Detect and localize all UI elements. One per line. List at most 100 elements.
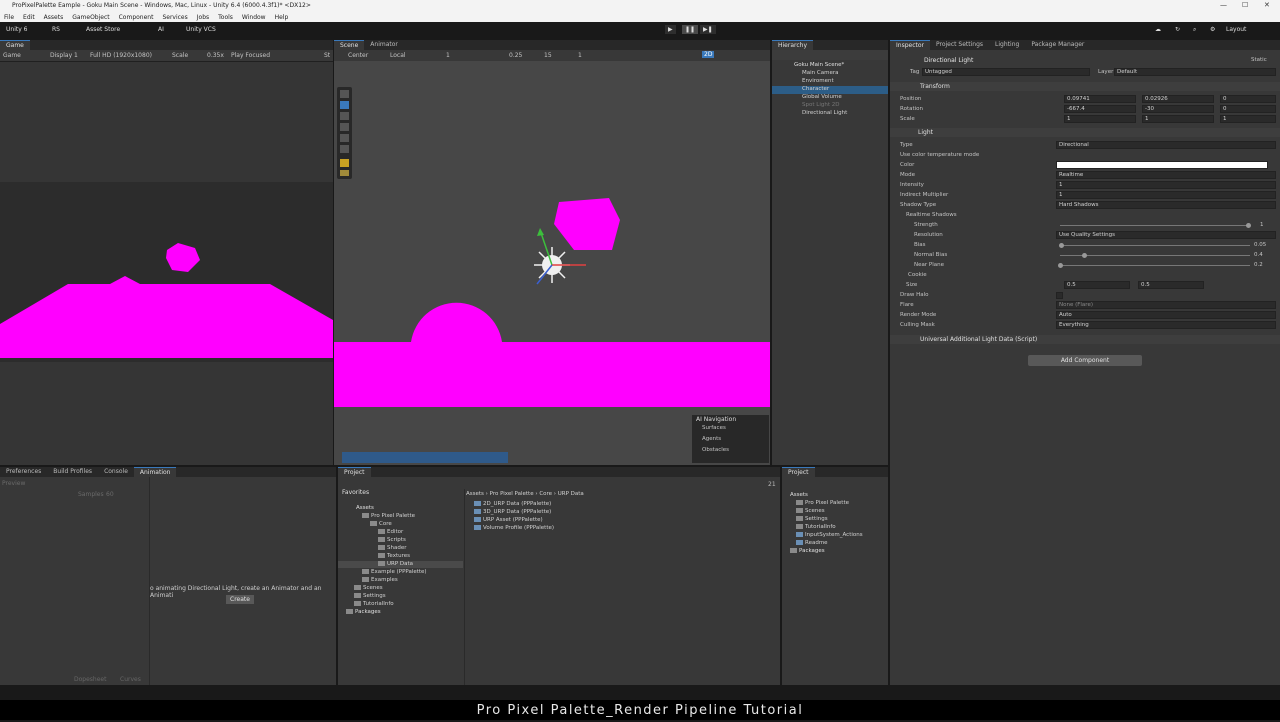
overlay-obstacles[interactable]: Obstacles [692,446,769,454]
project-tree-shader[interactable]: Shader [378,545,406,551]
normal-bias-handle[interactable] [1082,253,1087,258]
pause-button[interactable]: ❚❚ [682,25,699,34]
menu-component[interactable]: Component [119,14,154,21]
minimize-button[interactable]: — [1220,1,1227,9]
transform-header[interactable]: Transform [890,82,1280,91]
curves-tab[interactable]: Curves [120,676,141,683]
add-component-button[interactable]: Add Component [1028,355,1142,366]
rs-button[interactable]: RS [52,26,60,33]
rotation-z-field[interactable]: 0 [1220,105,1276,113]
preview-toggle[interactable]: Preview [2,480,25,487]
normal-bias-value[interactable]: 0.4 [1254,252,1263,258]
play-focused-dropdown[interactable]: Play Focused [231,52,270,59]
account-button[interactable]: Unity 6 [6,26,28,33]
position-x-field[interactable]: 0.09741 [1064,95,1136,103]
tab-hierarchy[interactable]: Hierarchy [772,40,814,50]
asset-store-button[interactable]: Asset Store [86,26,120,33]
project2-tree-tutorialinfo[interactable]: TutorialInfo [796,524,836,530]
menu-tools[interactable]: Tools [218,14,233,21]
overlay-agents[interactable]: Agents [692,435,769,443]
project-tree-editor[interactable]: Editor [378,529,403,535]
light-header[interactable]: Light [890,128,1280,137]
scale-z-field[interactable]: 1 [1220,115,1276,123]
static-toggle[interactable]: Static [1251,57,1267,63]
maximize-button[interactable]: ☐ [1242,1,1248,9]
hierarchy-item-enviroment[interactable]: Enviroment [802,78,834,84]
project-tree-textures[interactable]: Textures [378,553,410,559]
vcs-button[interactable]: Unity VCS [186,26,216,33]
near-plane-handle[interactable] [1058,263,1063,268]
asset-volume-profile[interactable]: Volume Profile (PPPalette) [474,525,554,531]
menu-window[interactable]: Window [242,14,266,21]
ai-button[interactable]: AI [158,26,164,33]
tab-build-profiles[interactable]: Build Profiles [47,467,98,477]
project-tree-pro-pixel-palette[interactable]: Pro Pixel Palette [362,513,415,519]
project-tree-settings[interactable]: Settings [354,593,386,599]
project2-tree-readme[interactable]: Readme [796,540,828,546]
angle-value[interactable]: 15 [544,52,552,59]
menu-gameobject[interactable]: GameObject [72,14,109,21]
scene-bottom-toolbar[interactable] [342,452,508,463]
culling-mask-dropdown[interactable]: Everything [1056,321,1276,329]
layout-dropdown[interactable]: Layout [1226,26,1246,33]
space-dropdown[interactable]: Local [390,52,406,59]
play-button[interactable]: ▶ [665,25,676,34]
indirect-multiplier-field[interactable]: 1 [1056,191,1276,199]
create-animator-button[interactable]: Create [226,595,254,604]
tab-animator[interactable]: Animator [364,40,404,50]
tab-project[interactable]: Project [338,467,371,477]
color-swatch[interactable] [1056,161,1268,169]
tab-animation[interactable]: Animation [133,467,177,477]
cloud-icon[interactable]: ☁ [1155,26,1161,33]
scale-x-field[interactable]: 1 [1064,115,1136,123]
strength-handle[interactable] [1246,223,1251,228]
strength-track[interactable] [1060,225,1250,226]
asset-2d-urp-data[interactable]: 2D_URP Data (PPPalette) [474,501,551,507]
normal-bias-track[interactable] [1060,255,1250,256]
bias-track[interactable] [1060,245,1250,246]
tab-project2[interactable]: Project [782,467,815,477]
stats-button[interactable]: St [324,52,330,59]
scale-y-field[interactable]: 1 [1142,115,1214,123]
overlay-surfaces[interactable]: Surfaces [692,424,769,432]
resolution-dropdown[interactable]: Full HD (1920x1080) [90,52,152,59]
strength-value[interactable]: 1 [1260,222,1264,228]
tab-package-manager[interactable]: Package Manager [1025,40,1090,50]
size-x-field[interactable]: 0.5 [1064,281,1130,289]
menu-help[interactable]: Help [275,14,289,21]
project-tree-examples[interactable]: Examples [362,577,398,583]
asset-urp-asset[interactable]: URP Asset (PPPalette) [474,517,543,523]
project2-tree-inputsystem-actions[interactable]: InputSystem_Actions [796,532,863,538]
project2-tree-pro-pixel-palette[interactable]: Pro Pixel Palette [796,500,849,506]
rotation-x-field[interactable]: -667.4 [1064,105,1136,113]
menu-file[interactable]: File [4,14,14,21]
project-tree-assets[interactable]: Assets [356,505,374,511]
scale-value[interactable]: 0.35x [207,52,224,59]
render-mode-dropdown[interactable]: Auto [1056,311,1276,319]
urp-light-data-header[interactable]: Universal Additional Light Data (Script) [890,335,1280,344]
hierarchy-item-character[interactable]: Character [802,86,829,92]
breadcrumb-urp-data[interactable]: URP Data [558,491,584,497]
project2-tree-packages[interactable]: Packages [790,548,825,554]
project-tree-packages[interactable]: Packages [346,609,381,615]
tab-project-settings[interactable]: Project Settings [930,40,989,50]
size-y-field[interactable]: 0.5 [1138,281,1204,289]
tab-console[interactable]: Console [98,467,134,477]
project2-tree-scenes[interactable]: Scenes [796,508,825,514]
2d-toggle[interactable]: 2D [702,51,715,58]
tab-inspector[interactable]: Inspector [890,40,930,50]
asset-3d-urp-data[interactable]: 3D_URP Data (PPPalette) [474,509,551,515]
project-tree-tutorialinfo[interactable]: TutorialInfo [354,601,394,607]
grid-value[interactable]: 1 [446,52,450,59]
game-viewport[interactable] [0,62,333,465]
step-button[interactable]: ▶❚ [700,25,716,34]
rotation-y-field[interactable]: -30 [1142,105,1214,113]
near-plane-value[interactable]: 0.2 [1254,262,1263,268]
draw-halo-checkbox[interactable] [1056,292,1063,299]
bias-handle[interactable] [1059,243,1064,248]
pivot-dropdown[interactable]: Center [348,52,368,59]
dopesheet-tab[interactable]: Dopesheet [74,676,106,683]
hierarchy-scene-root[interactable]: Goku Main Scene* [794,62,844,68]
hierarchy-item-spot-light[interactable]: Spot Light 2D [802,102,839,108]
breadcrumb-core[interactable]: Core [539,491,552,497]
